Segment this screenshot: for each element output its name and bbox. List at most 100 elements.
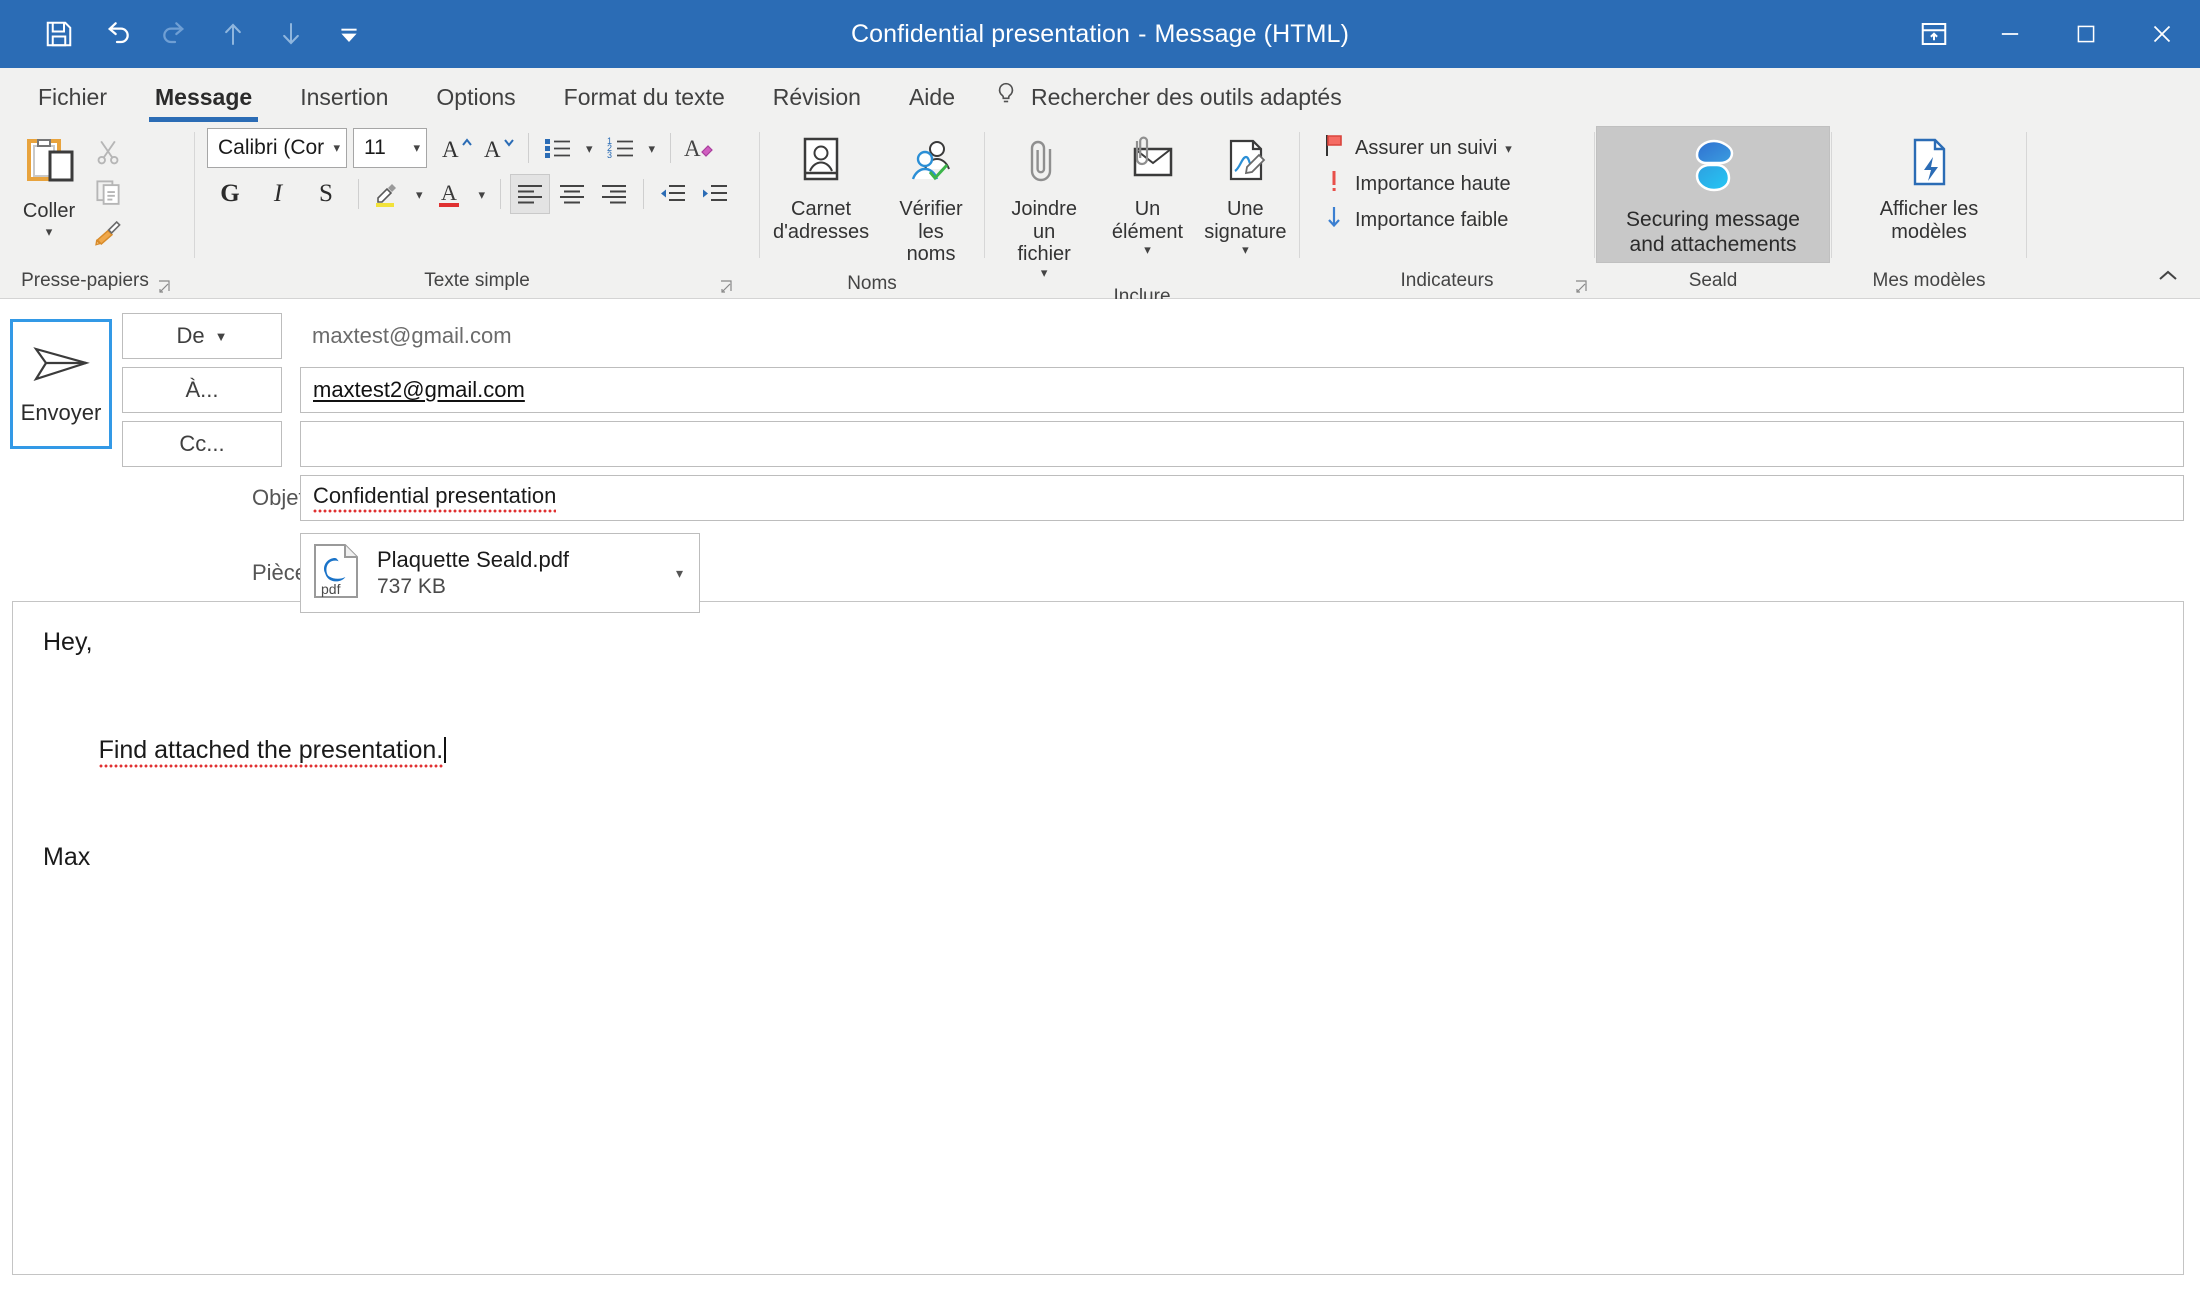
attachment-item[interactable]: pdf Plaquette Seald.pdf 737 KB ▾ xyxy=(300,533,700,613)
attach-item-dropdown-caret[interactable]: ▾ xyxy=(1144,243,1151,256)
text-highlight-dropdown-caret[interactable]: ▾ xyxy=(410,188,429,201)
attachments-row: Pièces jointes pdf Plaquette Seald.pdf xyxy=(122,533,2184,613)
attach-file-dropdown-caret[interactable]: ▾ xyxy=(1041,266,1048,279)
securing-message-button[interactable]: Securing message and attachements xyxy=(1596,126,1830,263)
message-body[interactable]: Hey, Find attached the presentation. Max xyxy=(12,601,2184,1275)
ribbon-group-clipboard: Coller ▾ Presse-papiers xyxy=(0,122,194,298)
ribbon-group-my-templates-label: Mes modèles xyxy=(1872,270,1986,291)
ribbon-display-options-icon[interactable] xyxy=(1896,0,1972,68)
customize-quick-access-icon[interactable] xyxy=(320,5,378,63)
from-value[interactable]: maxtest@gmail.com xyxy=(300,313,2184,359)
follow-up-dropdown-caret[interactable]: ▾ xyxy=(1505,142,1512,155)
attach-item-icon xyxy=(1121,135,1175,194)
follow-up-label: Assurer un suivi xyxy=(1355,136,1498,159)
view-templates-button[interactable]: Afficher les modèles xyxy=(1869,128,1990,244)
bold-button[interactable]: G xyxy=(207,174,253,214)
signature-button[interactable]: Une signature ▾ xyxy=(1194,128,1297,257)
copy-icon xyxy=(88,172,128,212)
paste-dropdown-caret[interactable]: ▾ xyxy=(46,225,53,238)
numbering-dropdown-caret[interactable]: ▾ xyxy=(643,142,662,155)
tab-format-du-texte[interactable]: Format du texte xyxy=(540,72,749,122)
tell-me-search[interactable]: Rechercher des outils adaptés xyxy=(979,72,1342,122)
cc-button[interactable]: Cc... xyxy=(122,421,282,467)
font-name-caret[interactable]: ▾ xyxy=(327,140,340,156)
next-item-icon[interactable] xyxy=(262,5,320,63)
close-button[interactable] xyxy=(2124,0,2200,68)
font-size-input[interactable]: 11 ▾ xyxy=(353,128,427,168)
check-names-button[interactable]: Vérifier les noms xyxy=(880,128,982,267)
underline-button[interactable]: S xyxy=(303,174,349,214)
attachment-meta: Plaquette Seald.pdf 737 KB xyxy=(377,546,569,601)
basic-text-dialog-launcher-icon[interactable] xyxy=(719,273,735,293)
font-color-button[interactable]: A xyxy=(431,174,471,214)
low-importance-button[interactable]: Importance faible xyxy=(1312,202,1517,238)
align-center-button[interactable] xyxy=(552,174,592,214)
font-size-caret[interactable]: ▾ xyxy=(407,140,420,156)
address-book-button[interactable]: Carnet d'adresses xyxy=(762,128,880,244)
high-importance-label: Importance haute xyxy=(1355,172,1511,195)
cut-icon xyxy=(88,132,128,172)
to-button[interactable]: À... xyxy=(122,367,282,413)
tab-fichier[interactable]: Fichier xyxy=(14,72,131,122)
tab-aide[interactable]: Aide xyxy=(885,72,979,122)
ribbon-group-seald-label: Seald xyxy=(1688,270,1738,291)
tab-message[interactable]: Message xyxy=(131,72,276,122)
follow-up-button[interactable]: Assurer un suivi ▾ xyxy=(1312,130,1521,166)
signature-dropdown-caret[interactable]: ▾ xyxy=(1242,243,1249,256)
previous-item-icon[interactable] xyxy=(204,5,262,63)
italic-button[interactable]: I xyxy=(255,174,301,214)
tab-insertion[interactable]: Insertion xyxy=(276,72,412,122)
tab-options[interactable]: Options xyxy=(412,72,539,122)
body-line-text: Find attached the presentation. xyxy=(98,735,444,768)
ribbon-group-my-templates: Afficher les modèles Mes modèles xyxy=(1832,122,2026,298)
from-dropdown-caret[interactable]: ▼ xyxy=(215,330,228,343)
bullets-button[interactable] xyxy=(538,128,578,168)
increase-indent-button[interactable] xyxy=(695,174,735,214)
paste-button-label: Coller xyxy=(22,200,76,223)
save-icon[interactable] xyxy=(30,5,88,63)
paste-button[interactable]: Coller ▾ xyxy=(10,128,88,239)
grow-font-button[interactable]: A xyxy=(437,128,477,168)
send-button[interactable]: Envoyer xyxy=(10,319,112,449)
cc-input[interactable] xyxy=(300,421,2184,467)
paperclip-icon xyxy=(1020,135,1068,194)
window-title-suffix: Message (HTML) xyxy=(1154,19,1349,48)
ribbon-group-names-label: Noms xyxy=(847,272,897,294)
from-button[interactable]: De ▼ xyxy=(122,313,282,359)
subject-input[interactable]: Confidential presentation xyxy=(300,475,2184,521)
send-button-label: Envoyer xyxy=(20,399,102,425)
align-left-button[interactable] xyxy=(510,174,551,214)
font-color-dropdown-caret[interactable]: ▾ xyxy=(473,188,492,201)
tags-dialog-launcher-icon[interactable] xyxy=(1574,273,1590,293)
collapse-ribbon-button[interactable] xyxy=(2150,260,2186,292)
svg-text:A: A xyxy=(442,137,459,162)
to-input[interactable]: maxtest2@gmail.com xyxy=(300,367,2184,413)
align-right-button[interactable] xyxy=(594,174,634,214)
attachment-size: 737 KB xyxy=(377,575,446,599)
tab-revision[interactable]: Révision xyxy=(749,72,885,122)
high-importance-button[interactable]: Importance haute xyxy=(1312,166,1520,202)
maximize-button[interactable] xyxy=(2048,0,2124,68)
format-painter-icon[interactable] xyxy=(88,212,128,252)
toolbar-separator xyxy=(500,179,502,209)
ribbon-group-clipboard-label: Presse-papiers xyxy=(2,264,192,298)
undo-icon[interactable] xyxy=(88,5,146,63)
shrink-font-button[interactable]: A xyxy=(479,128,519,168)
numbering-button[interactable]: 1 2 3 xyxy=(601,128,641,168)
minimize-button[interactable] xyxy=(1972,0,2048,68)
svg-text:A: A xyxy=(684,136,701,161)
attach-file-button[interactable]: Joindre un fichier ▾ xyxy=(987,128,1101,280)
quick-access-toolbar xyxy=(0,5,378,63)
subject-row: Objet Confidential presentation xyxy=(122,475,2184,521)
check-names-label: Vérifier les noms xyxy=(899,198,963,266)
font-name-input[interactable]: Calibri (Cor ▾ xyxy=(207,128,347,168)
decrease-indent-button[interactable] xyxy=(653,174,693,214)
clear-formatting-button[interactable]: A xyxy=(680,128,720,168)
attachment-dropdown-caret[interactable]: ▾ xyxy=(676,565,689,582)
basic-text-label-text: Texte simple xyxy=(424,270,530,291)
bullets-dropdown-caret[interactable]: ▾ xyxy=(580,142,599,155)
text-highlight-button[interactable] xyxy=(368,174,408,214)
toolbar-separator xyxy=(643,179,645,209)
clipboard-dialog-launcher-icon[interactable] xyxy=(157,273,173,293)
attach-item-button[interactable]: Un élément ▾ xyxy=(1101,128,1193,257)
